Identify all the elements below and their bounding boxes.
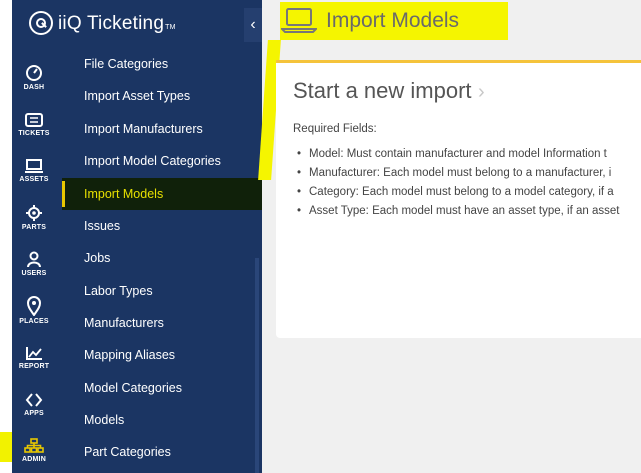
list-item: Model: Must contain manufacturer and mod… (293, 145, 641, 164)
apps-icon (25, 393, 43, 407)
menu-item-part-categories[interactable]: Part Categories (84, 445, 254, 459)
menu-item-model-categories[interactable]: Model Categories (84, 381, 254, 395)
menu-item-import-model-categories[interactable]: Import Model Categories (84, 154, 254, 168)
menu-item-manufacturers[interactable]: Manufacturers (84, 316, 254, 330)
rail-item-apps[interactable]: APPS (12, 392, 56, 417)
brand-name: iiQ TicketingTM (58, 13, 176, 35)
list-item: Asset Type: Each model must have an asse… (293, 202, 641, 221)
org-chart-icon (24, 438, 44, 453)
active-item-indicator (62, 181, 65, 207)
chart-icon (26, 347, 42, 360)
rail-label: REPORT (18, 363, 50, 370)
rail-label: TICKETS (18, 130, 50, 137)
menu-item-jobs[interactable]: Jobs (84, 251, 254, 265)
menu-item-models[interactable]: Models (84, 413, 254, 427)
rail-label: ASSETS (19, 176, 49, 183)
rail-item-dash[interactable]: DASH (12, 64, 56, 91)
menu-item-labor-types[interactable]: Labor Types (84, 284, 254, 298)
menu-item-import-asset-types[interactable]: Import Asset Types (84, 89, 254, 103)
required-fields-list: Model: Must contain manufacturer and mod… (293, 145, 641, 221)
dashboard-icon (26, 65, 42, 81)
iiq-logo-icon (29, 11, 53, 35)
rail-label: PLACES (19, 318, 49, 325)
rail-item-report[interactable]: REPORT (12, 345, 56, 370)
menu-item-import-models[interactable]: Import Models (84, 187, 254, 201)
rail-label: APPS (24, 410, 44, 417)
start-import-title[interactable]: Start a new import (293, 78, 472, 104)
location-pin-icon (26, 296, 42, 316)
rail-item-parts[interactable]: PARTS (12, 204, 56, 231)
laptop-icon (25, 159, 43, 173)
brand-name-text: iiQ Ticketing (58, 13, 165, 34)
gear-icon (26, 205, 42, 221)
rail-label: USERS (21, 270, 47, 277)
rail-item-assets[interactable]: ASSETS (12, 158, 56, 183)
menu-item-import-manufacturers[interactable]: Import Manufacturers (84, 122, 254, 136)
rail-item-places[interactable]: PLACES (12, 296, 56, 325)
window-edge (0, 0, 12, 473)
sidebar-collapse-button[interactable]: ‹ (244, 8, 262, 42)
chevron-right-icon[interactable]: › (478, 81, 485, 104)
menu-item-file-categories[interactable]: File Categories (84, 57, 254, 71)
menu-item-issues[interactable]: Issues (84, 219, 254, 233)
rail-label: DASH (23, 84, 45, 91)
list-item: Manufacturer: Each model must belong to … (293, 164, 641, 183)
rail-label: ADMIN (22, 456, 46, 463)
sidebar-scrollbar[interactable] (255, 258, 259, 473)
page-title: Import Models (326, 9, 460, 32)
menu-item-mapping-aliases[interactable]: Mapping Aliases (84, 348, 254, 362)
brand-tm: TM (165, 24, 176, 31)
brand-header: iiQ TicketingTM (56, 0, 262, 50)
rail-item-users[interactable]: USERS (12, 250, 56, 277)
ticket-icon (25, 113, 43, 127)
rail-item-admin[interactable]: ADMIN (12, 438, 56, 463)
user-icon (27, 251, 41, 268)
required-fields-label: Required Fields: (293, 123, 377, 135)
laptop-icon (279, 6, 319, 39)
list-item: Category: Each model must belong to a mo… (293, 183, 641, 202)
rail-label: PARTS (21, 224, 47, 231)
rail-item-tickets[interactable]: TICKETS (12, 112, 56, 137)
